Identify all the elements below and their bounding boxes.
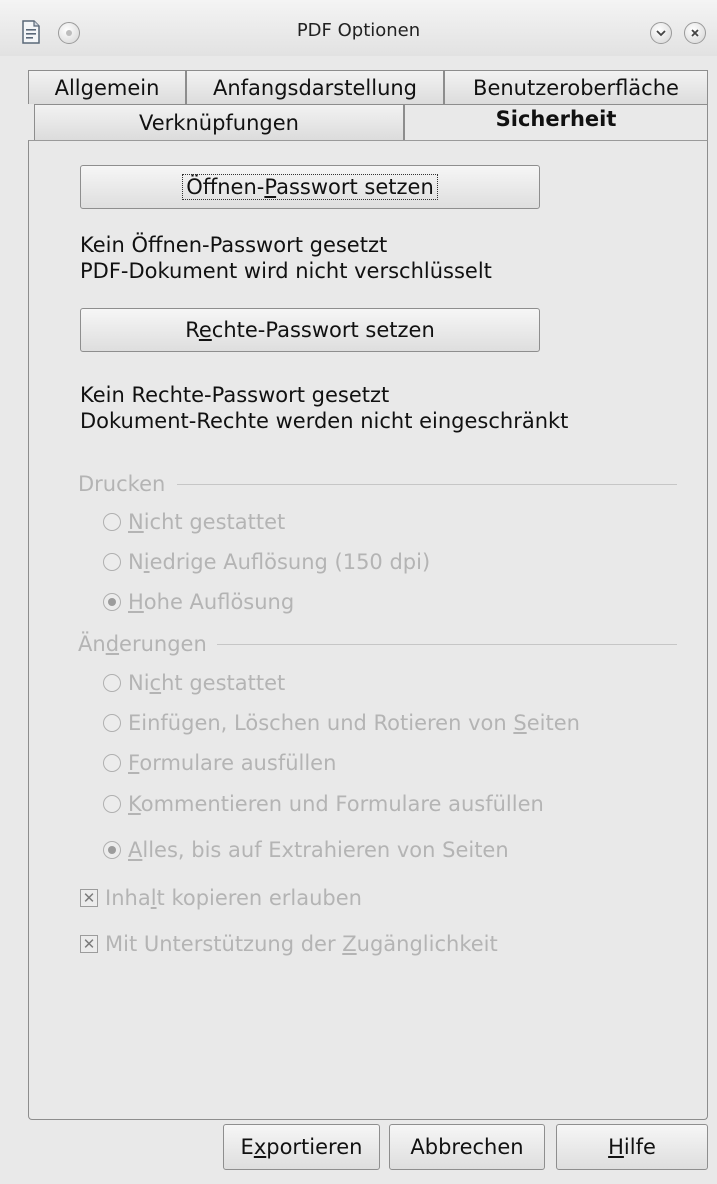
radio-indicator [103,714,121,732]
radio-indicator [103,795,121,813]
accelerator-key: P [264,175,277,199]
window-title: PDF Optionen [296,20,421,41]
tab-anfangsdarstellung[interactable]: Anfangsdarstellung [186,70,444,104]
button-label: Öffnen-Passwort setzen [182,174,438,200]
print-low-resolution-radio[interactable]: Niedrige Auflösung (150 dpi) [103,550,430,574]
open-password-status: Kein Öffnen-Passwort gesetzt [80,233,388,257]
radio-label: Einfügen, Löschen und Rotieren von Seite… [128,711,580,735]
checkbox-indicator: ✕ [80,889,98,907]
button-label: Rechte-Passwort setzen [182,318,438,342]
title-bar: PDF Optionen [0,0,717,56]
close-icon [691,29,699,37]
set-rights-password-button[interactable]: Rechte-Passwort setzen [80,308,540,352]
radio-indicator [103,553,121,571]
accessibility-support-checkbox[interactable]: ✕ Mit Unterstützung der Zugänglichkeit [80,932,498,956]
minimize-button[interactable] [650,22,672,44]
checkbox-label: Inhalt kopieren erlauben [105,886,362,910]
changes-insert-delete-rotate-radio[interactable]: Einfügen, Löschen und Rotieren von Seite… [103,711,580,735]
button-label: Hilfe [608,1135,656,1159]
export-button[interactable]: Exportieren [223,1124,380,1170]
set-open-password-button[interactable]: Öffnen-Passwort setzen [80,165,540,209]
radio-label: Niedrige Auflösung (150 dpi) [128,550,431,574]
radio-label: Nicht gestattet [128,671,286,695]
accelerator-key: e [198,318,212,342]
help-button[interactable]: Hilfe [556,1124,708,1170]
radio-indicator [103,841,121,859]
print-not-allowed-radio[interactable]: Nicht gestattet [103,510,285,534]
label-part: Öffnen- [186,175,265,199]
changes-group-label: Änderungen [78,632,207,656]
checkbox-indicator: ✕ [80,935,98,953]
button-label: Exportieren [240,1135,363,1159]
print-high-resolution-radio[interactable]: Hohe Auflösung [103,590,294,614]
radio-label: Kommentieren und Formulare ausfüllen [128,792,544,816]
tab-label: Allgemein [54,76,160,100]
checkbox-label: Mit Unterstützung der Zugänglichkeit [105,932,498,956]
label-part: chte-Passwort setzen [211,318,435,342]
cancel-button[interactable]: Abbrechen [389,1124,545,1170]
tab-label: Anfangsdarstellung [212,76,418,100]
rights-password-status: Kein Rechte-Passwort gesetzt [80,383,390,407]
radio-label: Nicht gestattet [128,510,286,534]
group-divider [217,644,677,645]
tab-label: Sicherheit [495,107,617,131]
close-button[interactable] [684,22,706,44]
radio-indicator [103,754,121,772]
radio-label: Hohe Auflösung [128,590,295,614]
encryption-status: PDF-Dokument wird nicht verschlüsselt [80,259,492,283]
changes-not-allowed-radio[interactable]: Nicht gestattet [103,671,285,695]
group-divider [177,484,677,485]
radio-label: Alles, bis auf Extrahieren von Seiten [128,838,509,862]
changes-all-except-extract-radio[interactable]: Alles, bis auf Extrahieren von Seiten [103,838,509,862]
rights-restriction-status: Dokument-Rechte werden nicht eingeschrän… [80,409,569,433]
radio-indicator [103,593,121,611]
radio-indicator [103,674,121,692]
tab-verknuepfungen[interactable]: Verknüpfungen [34,104,404,140]
tab-benutzeroberflaeche[interactable]: Benutzeroberfläche [444,70,708,104]
chevron-down-icon [656,30,666,37]
radio-indicator [103,513,121,531]
label-part: R [185,318,199,342]
tab-label: Benutzeroberfläche [473,76,679,100]
tab-label: Verknüpfungen [139,111,299,135]
changes-comment-fill-forms-radio[interactable]: Kommentieren und Formulare ausfüllen [103,792,544,816]
radio-label: Formulare ausfüllen [128,751,337,775]
tab-panel-security: Öffnen-Passwort setzen Kein Öffnen-Passw… [28,140,708,1120]
label-part: asswort setzen [276,175,434,199]
changes-fill-forms-radio[interactable]: Formulare ausfüllen [103,751,336,775]
allow-copy-content-checkbox[interactable]: ✕ Inhalt kopieren erlauben [80,886,362,910]
tab-allgemein[interactable]: Allgemein [28,70,186,104]
printing-group-label: Drucken [78,472,166,496]
tab-sicherheit[interactable]: Sicherheit [404,104,708,141]
